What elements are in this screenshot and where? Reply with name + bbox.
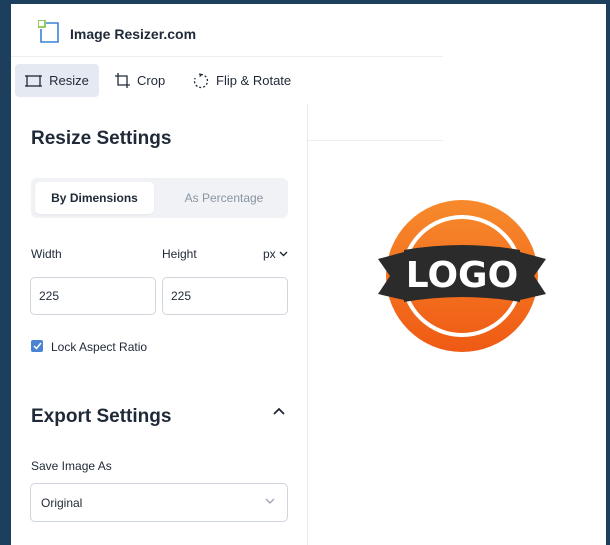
lock-aspect-checkbox[interactable] <box>31 340 43 352</box>
chevron-up-icon[interactable] <box>273 407 285 415</box>
crop-icon <box>115 73 130 88</box>
resize-mode-toggle: By Dimensions As Percentage <box>31 178 288 218</box>
preview-image: LOGO <box>378 200 546 352</box>
chevron-down-icon <box>279 251 288 257</box>
resize-settings-heading: Resize Settings <box>31 128 172 149</box>
height-label: Height <box>162 247 197 261</box>
width-input[interactable]: 225 <box>30 277 156 315</box>
tool-tabs: Resize Crop Flip & Rotate <box>11 57 307 105</box>
app-logo-icon <box>38 20 59 43</box>
tab-flip-rotate-label: Flip & Rotate <box>216 73 292 88</box>
rotate-icon <box>193 72 209 88</box>
lock-aspect-label[interactable]: Lock Aspect Ratio <box>51 340 147 354</box>
save-as-label: Save Image As <box>31 459 112 473</box>
width-label: Width <box>31 247 62 261</box>
save-as-select[interactable]: Original <box>30 483 288 522</box>
app-title[interactable]: Image Resizer.com <box>70 26 196 42</box>
tab-crop[interactable]: Crop <box>115 64 165 97</box>
resize-icon <box>25 74 43 87</box>
window-frame-right <box>606 0 610 545</box>
tab-resize[interactable]: Resize <box>15 64 99 97</box>
by-dimensions-button[interactable]: By Dimensions <box>35 182 154 214</box>
app-header: Image Resizer.com <box>11 4 443 57</box>
height-input[interactable]: 225 <box>162 277 288 315</box>
tab-crop-label: Crop <box>137 73 166 88</box>
as-percentage-button[interactable]: As Percentage <box>164 182 284 214</box>
window-frame-left <box>0 0 11 545</box>
tab-resize-label: Resize <box>49 73 89 88</box>
chevron-down-icon <box>265 498 275 504</box>
logo-text: LOGO <box>406 255 518 296</box>
checkmark-icon <box>32 342 42 350</box>
save-as-value: Original <box>41 495 83 510</box>
unit-select[interactable]: px <box>263 247 288 261</box>
toolbar-divider <box>307 140 443 141</box>
settings-sidebar: Resize Settings By Dimensions As Percent… <box>11 104 308 545</box>
export-settings-heading: Export Settings <box>31 406 172 427</box>
unit-value: px <box>263 247 276 261</box>
tab-flip-rotate[interactable]: Flip & Rotate <box>193 64 291 97</box>
